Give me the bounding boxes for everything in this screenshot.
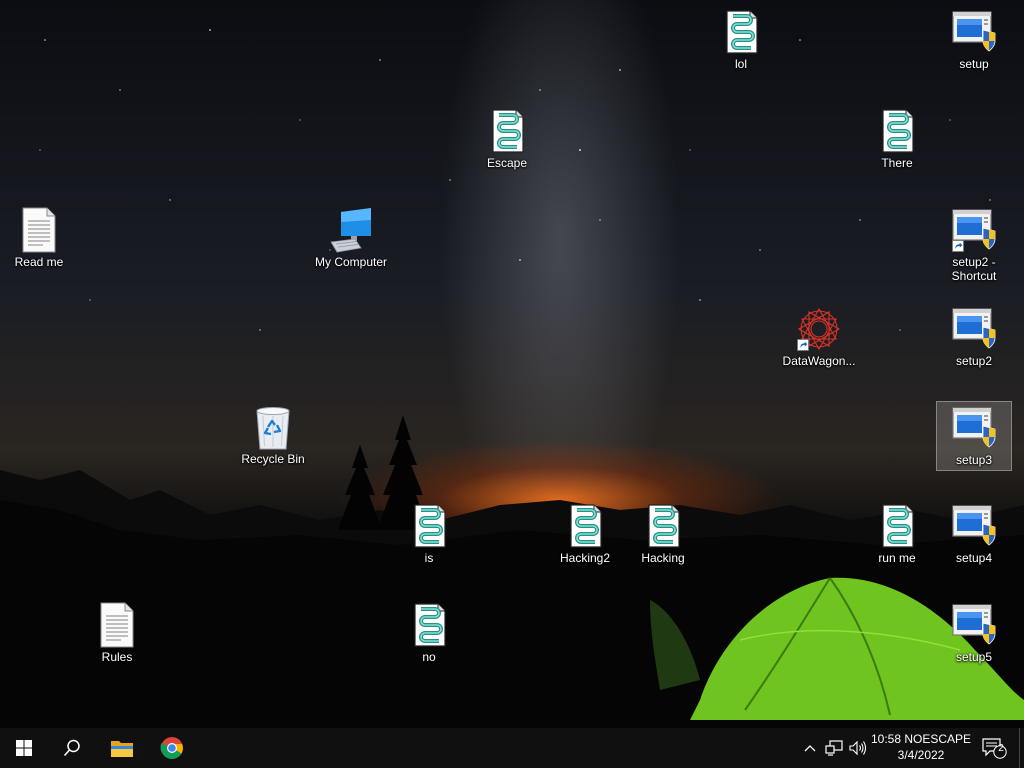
show-desktop-button[interactable] [1019,728,1024,768]
taskbar: 10:58 NOESCAPE 3/4/2022 2 [0,728,1024,768]
icon-label: Hacking2 [559,551,611,565]
recycle-bin-icon [249,403,297,451]
clock-time: 10:58 NOESCAPE [870,732,972,746]
icon-label: setup [959,57,989,71]
taskbar-clock[interactable]: 10:58 NOESCAPE 3/4/2022 [868,731,974,763]
icon-label: setup2 [955,354,993,368]
notification-center-button[interactable]: 2 [976,728,1012,768]
text-file-icon [93,601,141,649]
icon-label: Read me [14,255,64,269]
desktop-icon-lol[interactable]: lol [702,6,780,74]
desktop-icon-setup5[interactable]: setup5 [935,599,1013,667]
search-icon [63,739,80,757]
start-button[interactable] [0,728,48,768]
tray-overflow-button[interactable] [798,728,822,768]
icon-label: run me [878,551,916,565]
desktop-icon-is[interactable]: is [390,500,468,568]
chrome-button[interactable] [148,728,196,768]
desktop-icon-setup3[interactable]: setup3 [936,401,1012,471]
icon-label: setup4 [955,551,993,565]
clock-date: 3/4/2022 [897,748,945,762]
windows-logo-icon [16,740,32,756]
desktop[interactable]: lol setup Escape There Read me My Comput… [0,0,1024,728]
desktop-icon-datawagon[interactable]: DataWagon... [776,303,862,371]
desktop-icon-read-me[interactable]: Read me [0,204,78,272]
script-file-icon [405,601,453,649]
shortcut-arrow-icon [952,240,964,252]
icon-label: setup2 - Shortcut [951,255,997,283]
script-file-icon [873,107,921,155]
icon-label: setup5 [955,650,993,664]
desktop-icon-setup[interactable]: setup [935,6,1013,74]
desktop-icon-escape[interactable]: Escape [468,105,546,173]
desktop-icon-there[interactable]: There [858,105,936,173]
icon-label: DataWagon... [782,354,856,368]
icon-label: setup3 [955,453,993,467]
icon-label: is [424,551,434,565]
script-file-icon [483,107,531,155]
desktop-icon-run-me[interactable]: run me [858,500,936,568]
desktop-icon-setup2[interactable]: setup2 [935,303,1013,371]
chrome-icon [160,737,183,759]
setup-installer-icon [950,502,998,550]
desktop-icon-hacking2[interactable]: Hacking2 [546,500,624,568]
chevron-up-icon [804,745,816,752]
setup-shortcut-icon [950,206,998,254]
desktop-icon-setup4[interactable]: setup4 [935,500,1013,568]
script-file-icon [405,502,453,550]
icon-label: Hacking [641,551,685,565]
volume-icon [849,740,867,756]
setup-installer-icon [950,305,998,353]
script-file-icon [717,8,765,56]
network-icon [825,740,843,756]
icon-label: There [881,156,913,170]
datawagon-icon [795,305,843,353]
icon-label: lol [734,57,747,71]
shortcut-arrow-icon [797,339,809,351]
computer-icon [327,206,375,254]
icon-label: My Computer [314,255,388,269]
icon-label: Escape [486,156,528,170]
script-file-icon [639,502,687,550]
desktop-icon-hacking[interactable]: Hacking [624,500,702,568]
icon-label: no [422,650,436,664]
file-explorer-button[interactable] [98,728,146,768]
desktop-icon-my-computer[interactable]: My Computer [307,204,395,272]
search-button[interactable] [48,728,96,768]
script-file-icon [873,502,921,550]
desktop-icon-setup2-shortcut[interactable]: setup2 - Shortcut [935,204,1013,286]
file-explorer-icon [111,741,133,757]
setup-installer-icon [950,404,998,452]
volume-button[interactable] [846,728,870,768]
desktop-icon-rules[interactable]: Rules [78,599,156,667]
desktop-icon-recycle-bin[interactable]: Recycle Bin [234,401,312,469]
icon-label: Rules [101,650,133,664]
setup-installer-icon [950,601,998,649]
text-file-icon [15,206,63,254]
icon-label: Recycle Bin [241,452,305,466]
script-file-icon [561,502,609,550]
desktop-icon-no[interactable]: no [390,599,468,667]
notification-count-badge: 2 [998,743,1004,754]
network-button[interactable] [822,728,846,768]
setup-installer-icon [950,8,998,56]
